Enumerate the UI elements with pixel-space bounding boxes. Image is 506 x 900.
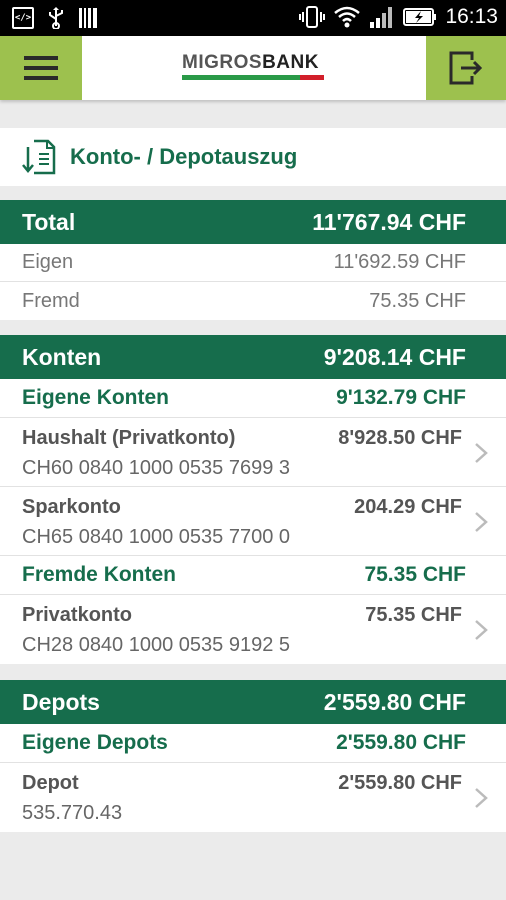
hamburger-icon [24,56,58,80]
depots-section: Depots 2'559.80 CHF Eigene Depots 2'559.… [0,680,506,832]
account-iban: CH65 0840 1000 0535 7700 0 [22,526,291,548]
account-number: 535.770.43 [22,802,123,824]
account-amount: 204.29 CHF [354,496,462,518]
subsection-label: Eigene Depots [22,731,168,754]
total-label: Total [22,208,76,235]
signal-icon [370,7,393,28]
row-label: Eigen [22,251,74,273]
chevron-right-icon [475,443,488,463]
subsection-amount: 9'132.79 CHF [336,386,466,409]
migros-bank-logo: MIGROSBANK [182,52,327,82]
eigene-konten-header: Eigene Konten 9'132.79 CHF [0,379,506,418]
account-row-sparkonto[interactable]: Sparkonto 204.29 CHF CH65 0840 1000 0535… [0,487,506,556]
account-row-haushalt[interactable]: Haushalt (Privatkonto) 8'928.50 CHF CH60… [0,418,506,487]
total-amount: 11'767.94 CHF [312,208,466,235]
row-amount: 11'692.59 CHF [333,251,466,273]
total-row-fremd: Fremd 75.35 CHF [0,282,506,320]
account-iban: CH28 0840 1000 0535 9192 5 [22,634,291,656]
account-name: Depot [22,772,79,794]
account-name: Sparkonto [22,496,121,518]
account-amount: 8'928.50 CHF [338,427,462,449]
status-bar: </> 16:13 [0,0,506,36]
battery-charging-icon [403,8,437,26]
debug-notification-icon: </> [12,7,34,29]
account-name: Haushalt (Privatkonto) [22,427,236,449]
subsection-label: Fremde Konten [22,563,177,586]
depots-amount: 2'559.80 CHF [323,688,466,715]
total-header: Total 11'767.94 CHF [0,200,506,244]
wifi-icon [334,6,361,28]
usb-icon [49,7,63,29]
vibrate-icon [299,6,326,28]
depots-header: Depots 2'559.80 CHF [0,680,506,724]
subsection-amount: 2'559.80 CHF [336,731,466,754]
konten-header: Konten 9'208.14 CHF [0,335,506,379]
depots-label: Depots [22,688,100,715]
account-iban: CH60 0840 1000 0535 7699 3 [22,457,291,479]
subsection-amount: 75.35 CHF [364,563,466,586]
account-amount: 2'559.80 CHF [338,772,462,794]
logout-button[interactable] [426,36,506,100]
total-section: Total 11'767.94 CHF Eigen 11'692.59 CHF … [0,200,506,320]
eigene-depots-header: Eigene Depots 2'559.80 CHF [0,724,506,763]
subsection-label: Eigene Konten [22,386,170,409]
konten-amount: 9'208.14 CHF [323,343,466,370]
konten-section: Konten 9'208.14 CHF Eigene Konten 9'132.… [0,335,506,664]
page-title: Konto- / Depotauszug [70,144,298,169]
page-header: Konto- / Depotauszug [0,128,506,186]
account-row-depot[interactable]: Depot 2'559.80 CHF 535.770.43 [0,763,506,832]
account-row-privatkonto[interactable]: Privatkonto 75.35 CHF CH28 0840 1000 053… [0,595,506,664]
konten-label: Konten [22,343,102,370]
statement-document-icon [22,139,56,175]
logout-icon [449,51,483,85]
total-row-eigen: Eigen 11'692.59 CHF [0,244,506,282]
account-amount: 75.35 CHF [365,604,462,626]
row-amount: 75.35 CHF [369,289,466,312]
barcode-icon [79,8,97,28]
chevron-right-icon [475,788,488,808]
account-name: Privatkonto [22,604,133,626]
app-bar: MIGROSBANK [0,36,506,100]
menu-button[interactable] [0,36,82,100]
chevron-right-icon [475,512,488,532]
fremde-konten-header: Fremde Konten 75.35 CHF [0,556,506,595]
clock: 16:13 [445,5,498,28]
row-label: Fremd [22,289,80,312]
chevron-right-icon [475,620,488,640]
